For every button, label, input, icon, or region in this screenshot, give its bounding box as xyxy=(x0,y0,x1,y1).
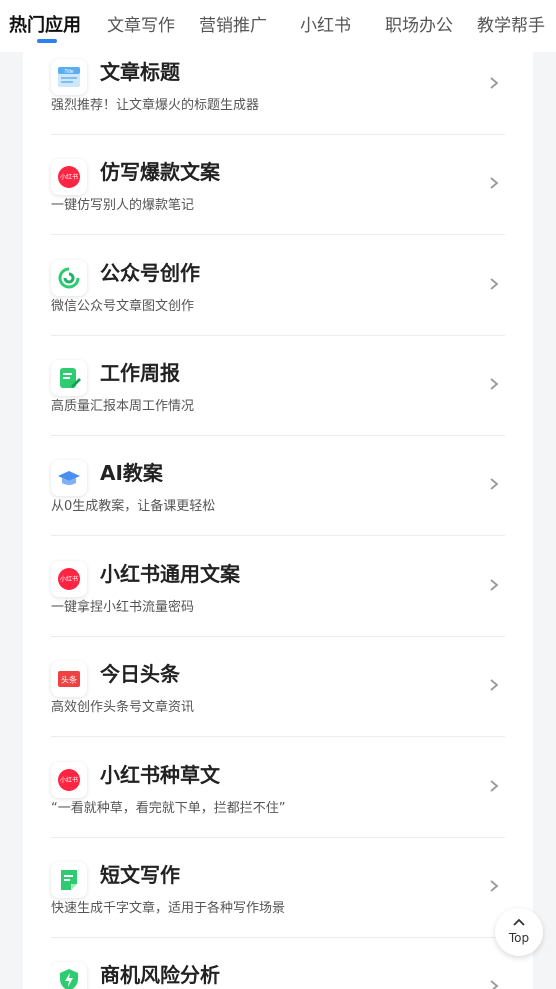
chevron-right-icon xyxy=(490,378,499,390)
svg-text:小红书: 小红书 xyxy=(60,776,78,784)
svg-text:小红书: 小红书 xyxy=(60,173,78,181)
chevron-right-icon xyxy=(490,77,499,89)
tab-teaching[interactable]: 教学帮手 xyxy=(477,12,545,40)
item-title: 短文写作 xyxy=(100,863,180,887)
item-title: 工作周报 xyxy=(100,361,180,385)
back-to-top-button[interactable]: Top xyxy=(495,908,543,956)
xiaohongshu-icon: 小红书 xyxy=(51,159,87,195)
list-item-wechat-article[interactable]: 公众号创作 微信公众号文章图文创作 xyxy=(51,256,505,356)
item-description: 一键拿捏小红书流量密码 xyxy=(51,600,195,615)
app-list-card: Title 文章标题 强烈推荐！让文章爆火的标题生成器 小红书 仿写爆款文案 一… xyxy=(23,0,533,989)
shield-bolt-icon xyxy=(51,962,87,989)
chevron-up-icon xyxy=(513,918,525,926)
item-title: 文章标题 xyxy=(100,60,180,84)
divider xyxy=(51,937,505,938)
tab-office[interactable]: 职场办公 xyxy=(385,12,453,40)
divider xyxy=(51,535,505,536)
chevron-right-icon xyxy=(490,780,499,792)
item-description: 强烈推荐！让文章爆火的标题生成器 xyxy=(51,98,260,113)
svg-text:小红书: 小红书 xyxy=(60,575,78,583)
item-description: 一键仿写别人的爆款笔记 xyxy=(51,198,195,213)
item-description: 高质量汇报本周工作情况 xyxy=(51,399,195,414)
xiaohongshu-icon: 小红书 xyxy=(51,762,87,798)
divider xyxy=(51,234,505,235)
divider xyxy=(51,335,505,336)
chevron-right-icon xyxy=(490,278,499,290)
back-to-top-label: Top xyxy=(508,931,530,945)
item-title: 仿写爆款文案 xyxy=(100,160,220,184)
list-item-xhs-general[interactable]: 小红书 小红书通用文案 一键拿捏小红书流量密码 xyxy=(51,557,505,657)
report-edit-icon xyxy=(51,360,87,396)
tab-hot-apps[interactable]: 热门应用 xyxy=(9,12,81,40)
category-tab-bar: 热门应用 文章写作 营销推广 小红书 职场办公 教学帮手 xyxy=(0,0,556,52)
divider xyxy=(51,636,505,637)
list-item-short-writing[interactable]: 短文写作 快速生成千字文章，适用于各种写作场景 xyxy=(51,858,505,958)
chevron-right-icon xyxy=(490,880,499,892)
list-item-toutiao[interactable]: 头条 今日头条 高效创作头条号文章资讯 xyxy=(51,657,505,757)
xiaohongshu-icon: 小红书 xyxy=(51,561,87,597)
wechat-official-icon xyxy=(51,260,87,296)
list-item-xhs-seeding[interactable]: 小红书 小红书种草文 “一看就种草，看完就下单，拦都拦不住” xyxy=(51,758,505,858)
chevron-right-icon xyxy=(490,679,499,691)
item-title: 小红书种草文 xyxy=(100,763,220,787)
item-description: 快速生成千字文章，适用于各种写作场景 xyxy=(51,901,286,916)
short-doc-icon xyxy=(51,862,87,898)
item-title: 商机风险分析 xyxy=(100,963,220,987)
title-doc-icon: Title xyxy=(51,59,87,95)
item-title: 今日头条 xyxy=(100,662,180,686)
tab-marketing[interactable]: 营销推广 xyxy=(199,12,267,40)
item-title: 小红书通用文案 xyxy=(100,562,240,586)
item-description: 微信公众号文章图文创作 xyxy=(51,299,195,314)
item-title: AI教案 xyxy=(100,461,163,485)
item-description: “一看就种草，看完就下单，拦都拦不住” xyxy=(51,801,286,816)
chevron-right-icon xyxy=(490,177,499,189)
svg-text:Title: Title xyxy=(64,69,73,75)
active-tab-indicator xyxy=(37,39,57,43)
list-item-business-risk[interactable]: 商机风险分析 xyxy=(51,958,505,989)
list-item-weekly-report[interactable]: 工作周报 高质量汇报本周工作情况 xyxy=(51,356,505,456)
chevron-right-icon xyxy=(490,478,499,490)
toutiao-icon: 头条 xyxy=(51,661,87,697)
list-item-ai-lesson[interactable]: AI教案 从0生成教案，让备课更轻松 xyxy=(51,456,505,556)
divider xyxy=(51,435,505,436)
item-title: 公众号创作 xyxy=(100,261,200,285)
divider xyxy=(51,837,505,838)
graduation-cap-icon xyxy=(51,460,87,496)
divider xyxy=(51,134,505,135)
list-item-article-title[interactable]: Title 文章标题 强烈推荐！让文章爆火的标题生成器 xyxy=(51,55,505,155)
item-description: 高效创作头条号文章资讯 xyxy=(51,700,195,715)
divider xyxy=(51,736,505,737)
tab-xiaohongshu[interactable]: 小红书 xyxy=(300,12,351,40)
chevron-right-icon xyxy=(490,579,499,591)
item-description: 从0生成教案，让备课更轻松 xyxy=(51,499,216,514)
list-item-copy-viral[interactable]: 小红书 仿写爆款文案 一键仿写别人的爆款笔记 xyxy=(51,155,505,255)
svg-text:头条: 头条 xyxy=(61,675,77,685)
chevron-right-icon xyxy=(490,980,499,989)
tab-article-writing[interactable]: 文章写作 xyxy=(107,12,175,40)
